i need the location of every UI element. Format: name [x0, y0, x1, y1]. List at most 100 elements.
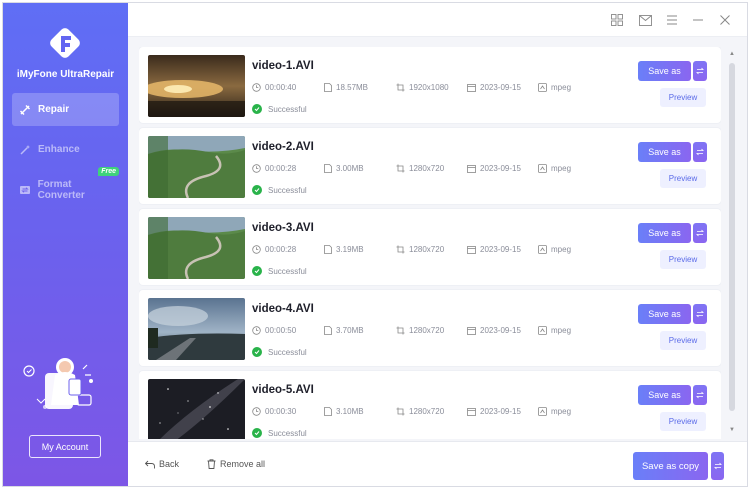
clock-icon: [252, 326, 261, 335]
file-card: video-1.AVI 00:00:40 18.57MB 1920x1080 2…: [139, 47, 721, 123]
calendar-icon: [467, 246, 476, 254]
duration: 00:00:30: [252, 407, 296, 416]
save-as-button[interactable]: Save as: [638, 61, 691, 81]
preview-button[interactable]: Preview: [660, 331, 706, 350]
format-icon: [538, 83, 547, 92]
preview-button[interactable]: Preview: [660, 88, 706, 107]
file-name: video-2.AVI: [252, 141, 314, 153]
repair-icon: [18, 103, 32, 117]
clock-icon: [252, 164, 261, 173]
swap-icon[interactable]: [693, 61, 707, 81]
file-card: video-5.AVI 00:00:30 3.10MB 1280x720 202…: [139, 371, 721, 439]
file-card: video-3.AVI 00:00:28 3.19MB 1280x720 202…: [139, 209, 721, 285]
file-icon: [324, 245, 332, 254]
menu-icon[interactable]: [664, 12, 680, 28]
grid-icon[interactable]: [609, 12, 625, 28]
crop-icon: [396, 326, 405, 335]
resolution: 1280x720: [396, 407, 444, 416]
app-logo: [45, 23, 85, 63]
status: Successful: [252, 104, 307, 114]
video-thumbnail[interactable]: [148, 298, 245, 360]
back-button[interactable]: Back: [145, 459, 179, 469]
save-as-button[interactable]: Save as: [638, 142, 691, 162]
file-size: 3.00MB: [324, 164, 364, 173]
check-icon: [252, 428, 262, 438]
crop-icon: [396, 83, 405, 92]
clock-icon: [252, 245, 261, 254]
file-name: video-5.AVI: [252, 384, 314, 396]
swap-icon[interactable]: [693, 304, 707, 324]
format-icon: [538, 407, 547, 416]
sidebar-item-label: Format Converter: [37, 178, 85, 201]
sidebar-item-repair[interactable]: Repair: [12, 93, 119, 126]
sidebar-item-enhance[interactable]: Enhance: [12, 133, 119, 166]
status: Successful: [252, 185, 307, 195]
format: mpeg: [538, 83, 571, 92]
sidebar-item-label: Enhance: [38, 144, 80, 155]
file-size: 3.70MB: [324, 326, 364, 335]
sidebar: iMyFone UltraRepair Repair Enhance Forma…: [3, 3, 128, 486]
bottom-bar: Back Remove all Save as copy: [128, 441, 747, 486]
clock-icon: [252, 83, 261, 92]
save-as-button[interactable]: Save as: [638, 385, 691, 405]
file-name: video-1.AVI: [252, 60, 314, 72]
scroll-down-arrow[interactable]: ▼: [729, 427, 735, 433]
format: mpeg: [538, 326, 571, 335]
check-icon: [252, 104, 262, 114]
format: mpeg: [538, 164, 571, 173]
scrollbar-thumb[interactable]: [729, 63, 735, 411]
user-illustration: [17, 351, 113, 423]
status: Successful: [252, 266, 307, 276]
back-icon: [145, 460, 155, 468]
sidebar-item-label: Repair: [38, 104, 70, 115]
wand-icon: [18, 143, 32, 157]
resolution: 1920x1080: [396, 83, 449, 92]
format-icon: [538, 164, 547, 173]
video-thumbnail[interactable]: [148, 217, 245, 279]
remove-all-button[interactable]: Remove all: [207, 459, 265, 469]
check-icon: [252, 266, 262, 276]
video-thumbnail[interactable]: [148, 136, 245, 198]
swap-icon[interactable]: [693, 142, 707, 162]
format-icon: [538, 245, 547, 254]
swap-icon[interactable]: [711, 452, 724, 480]
swap-icon[interactable]: [693, 223, 707, 243]
close-icon[interactable]: [717, 12, 733, 28]
duration: 00:00:28: [252, 164, 296, 173]
free-badge: Free: [98, 167, 119, 176]
date: 2023-09-15: [467, 245, 521, 254]
sidebar-item-format-converter[interactable]: Format Converter Free: [12, 167, 119, 206]
video-thumbnail[interactable]: [148, 379, 245, 439]
format-icon: [538, 326, 547, 335]
file-icon: [324, 83, 332, 92]
save-as-button[interactable]: Save as: [638, 304, 691, 324]
minimize-icon[interactable]: [690, 12, 706, 28]
resolution: 1280x720: [396, 164, 444, 173]
format: mpeg: [538, 245, 571, 254]
convert-icon: [18, 183, 32, 197]
crop-icon: [396, 407, 405, 416]
file-card: video-4.AVI 00:00:50 3.70MB 1280x720 202…: [139, 290, 721, 366]
clock-icon: [252, 407, 261, 416]
video-thumbnail[interactable]: [148, 55, 245, 117]
status: Successful: [252, 347, 307, 357]
duration: 00:00:28: [252, 245, 296, 254]
title-bar: [128, 3, 747, 37]
mail-icon[interactable]: [637, 12, 653, 28]
swap-icon[interactable]: [693, 385, 707, 405]
save-as-button[interactable]: Save as: [638, 223, 691, 243]
my-account-button[interactable]: My Account: [29, 435, 101, 458]
preview-button[interactable]: Preview: [660, 412, 706, 431]
scroll-up-arrow[interactable]: ▲: [729, 51, 735, 57]
check-icon: [252, 185, 262, 195]
preview-button[interactable]: Preview: [660, 169, 706, 188]
save-as-copy-button[interactable]: Save as copy: [633, 452, 708, 480]
duration: 00:00:50: [252, 326, 296, 335]
file-icon: [324, 407, 332, 416]
resolution: 1280x720: [396, 245, 444, 254]
date: 2023-09-15: [467, 164, 521, 173]
app-name: iMyFone UltraRepair: [16, 69, 115, 80]
preview-button[interactable]: Preview: [660, 250, 706, 269]
file-name: video-3.AVI: [252, 222, 314, 234]
file-size: 18.57MB: [324, 83, 368, 92]
